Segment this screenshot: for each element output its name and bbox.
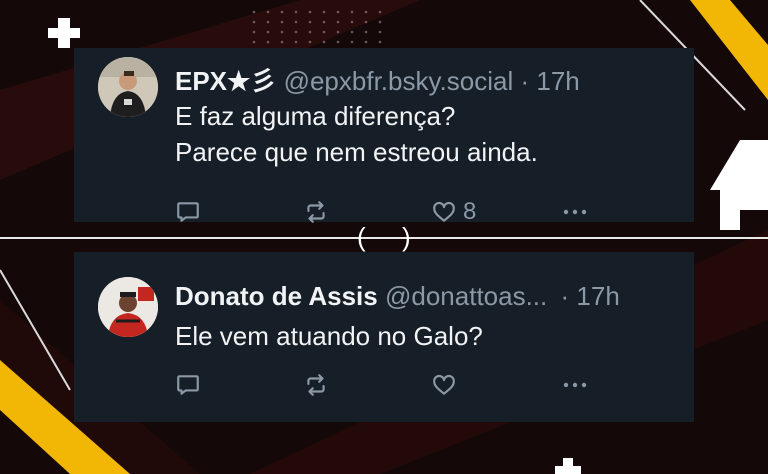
divider-mark-right: ) — [402, 222, 411, 252]
timestamp[interactable]: 17h — [576, 281, 619, 311]
reply-text-line: E faz alguma diferença? — [175, 101, 456, 131]
timestamp[interactable]: 17h — [536, 66, 579, 96]
reply-button[interactable] — [175, 371, 201, 399]
user-handle[interactable]: @donattoas... — [385, 281, 547, 311]
repost-button[interactable] — [303, 371, 329, 399]
separator-dot: · — [560, 281, 570, 311]
reply-card[interactable]: Donato de Assis @donattoas... · 17h Ele … — [74, 252, 694, 422]
user-handle[interactable]: @epxbfr.bsky.social — [284, 66, 514, 96]
like-icon — [433, 374, 455, 395]
reply-card[interactable]: EPX★彡 @epxbfr.bsky.social · 17h E faz al… — [74, 48, 694, 225]
repost-button[interactable] — [303, 198, 329, 226]
more-icon — [563, 382, 587, 388]
reply-button[interactable] — [175, 198, 201, 226]
repost-icon — [307, 374, 325, 396]
like-icon — [433, 201, 455, 222]
divider-mark-left: ( — [357, 222, 366, 252]
more-options-button[interactable] — [561, 198, 589, 226]
reply-header: EPX★彡 @epxbfr.bsky.social · 17h — [175, 61, 580, 98]
reply-text: E faz alguma diferença? Parece que nem e… — [175, 98, 538, 170]
avatar[interactable] — [98, 57, 158, 117]
reply-header: Donato de Assis @donattoas... · 17h — [175, 281, 620, 312]
action-bar — [175, 371, 614, 399]
avatar-image — [98, 277, 158, 337]
reply-text: Ele vem atuando no Galo? — [175, 318, 483, 354]
more-options-button[interactable] — [561, 371, 589, 399]
more-icon — [563, 209, 587, 215]
reply-icon — [177, 202, 199, 222]
display-name[interactable]: Donato de Assis — [175, 281, 378, 311]
reply-text-line: Ele vem atuando no Galo? — [175, 321, 483, 351]
reply-text-line: Parece que nem estreou ainda. — [175, 137, 538, 167]
repost-icon — [307, 201, 325, 223]
avatar-image — [98, 57, 158, 117]
separator-line — [0, 237, 768, 239]
like-count: 8 — [463, 198, 477, 225]
avatar[interactable] — [98, 277, 158, 337]
like-button[interactable] — [431, 371, 457, 399]
reply-icon — [177, 375, 199, 395]
like-button[interactable]: 8 — [431, 198, 476, 226]
action-bar: 8 — [175, 198, 614, 226]
display-name[interactable]: EPX★彡 — [175, 66, 276, 96]
separator-dot: · — [520, 66, 530, 96]
